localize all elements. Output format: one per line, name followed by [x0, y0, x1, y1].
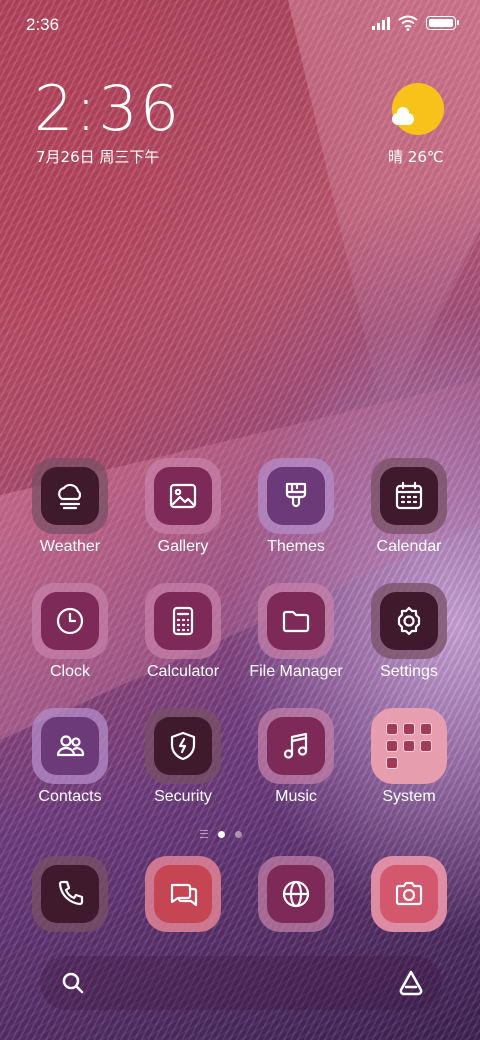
app-label: Gallery	[157, 538, 209, 555]
app-themes[interactable]: Themes	[240, 458, 352, 556]
page-list-icon	[200, 830, 208, 838]
app-label: Settings	[380, 663, 438, 680]
app-contacts[interactable]: Contacts	[14, 708, 126, 806]
clock-widget-date[interactable]: 7月26日 周三下午	[36, 146, 159, 167]
app-label: File Manager	[249, 663, 343, 680]
app-system-folder[interactable]: System	[353, 708, 465, 806]
clock-widget-time[interactable]: 2:36	[34, 78, 181, 140]
app-label: Calculator	[146, 663, 220, 680]
app-label: Calendar	[376, 538, 442, 555]
messages-icon	[170, 883, 198, 907]
app-weather[interactable]: Weather	[14, 458, 126, 556]
calendar-icon	[395, 481, 423, 510]
weather-widget-text[interactable]: 晴 26℃	[388, 146, 444, 167]
phone-icon	[58, 880, 84, 906]
dock-phone[interactable]	[14, 856, 126, 932]
folder-grid-icon	[386, 723, 432, 769]
app-label: Security	[154, 788, 212, 805]
app-settings[interactable]: Settings	[353, 583, 465, 681]
signal-icon	[372, 16, 390, 30]
brush-icon	[285, 482, 307, 508]
weather-icon	[58, 483, 82, 510]
weather-condition: 晴	[388, 148, 404, 166]
dock-browser[interactable]	[240, 856, 352, 932]
assistant-icon[interactable]	[396, 968, 426, 998]
search-bar[interactable]	[40, 956, 442, 1010]
clock-icon	[56, 607, 84, 635]
battery-icon	[426, 16, 459, 30]
app-label: Clock	[49, 663, 90, 680]
app-file-manager[interactable]: File Manager	[240, 583, 352, 681]
dock-camera[interactable]	[353, 856, 465, 932]
app-calculator[interactable]: Calculator	[127, 583, 239, 681]
contacts-icon	[56, 735, 85, 757]
page-dot-active	[218, 830, 225, 838]
status-bar: 2:36	[0, 0, 480, 50]
app-clock[interactable]: Clock	[14, 583, 126, 681]
browser-globe-icon	[282, 880, 310, 908]
search-icon[interactable]	[58, 968, 88, 998]
dock-messages[interactable]	[127, 856, 239, 932]
app-label: System	[382, 788, 436, 805]
calculator-icon	[172, 606, 194, 636]
gear-icon	[397, 606, 421, 636]
app-calendar[interactable]: Calendar	[353, 458, 465, 556]
status-time: 2:36	[26, 15, 60, 34]
gallery-icon	[169, 483, 197, 509]
page-dot	[235, 830, 242, 838]
music-note-icon	[283, 732, 308, 759]
app-label: Contacts	[38, 788, 102, 805]
camera-icon	[395, 881, 423, 906]
app-label: Weather	[39, 538, 101, 555]
app-gallery[interactable]: Gallery	[127, 458, 239, 556]
app-security[interactable]: Security	[127, 708, 239, 806]
weather-temperature: 26℃	[407, 148, 444, 166]
app-music[interactable]: Music	[240, 708, 352, 806]
app-label: Themes	[267, 538, 325, 555]
app-label: Music	[275, 788, 317, 805]
sun-cloud-icon[interactable]	[392, 83, 444, 135]
folder-icon	[282, 610, 310, 633]
shield-icon	[170, 731, 196, 761]
page-indicator[interactable]	[200, 830, 242, 838]
wifi-icon	[398, 15, 418, 31]
